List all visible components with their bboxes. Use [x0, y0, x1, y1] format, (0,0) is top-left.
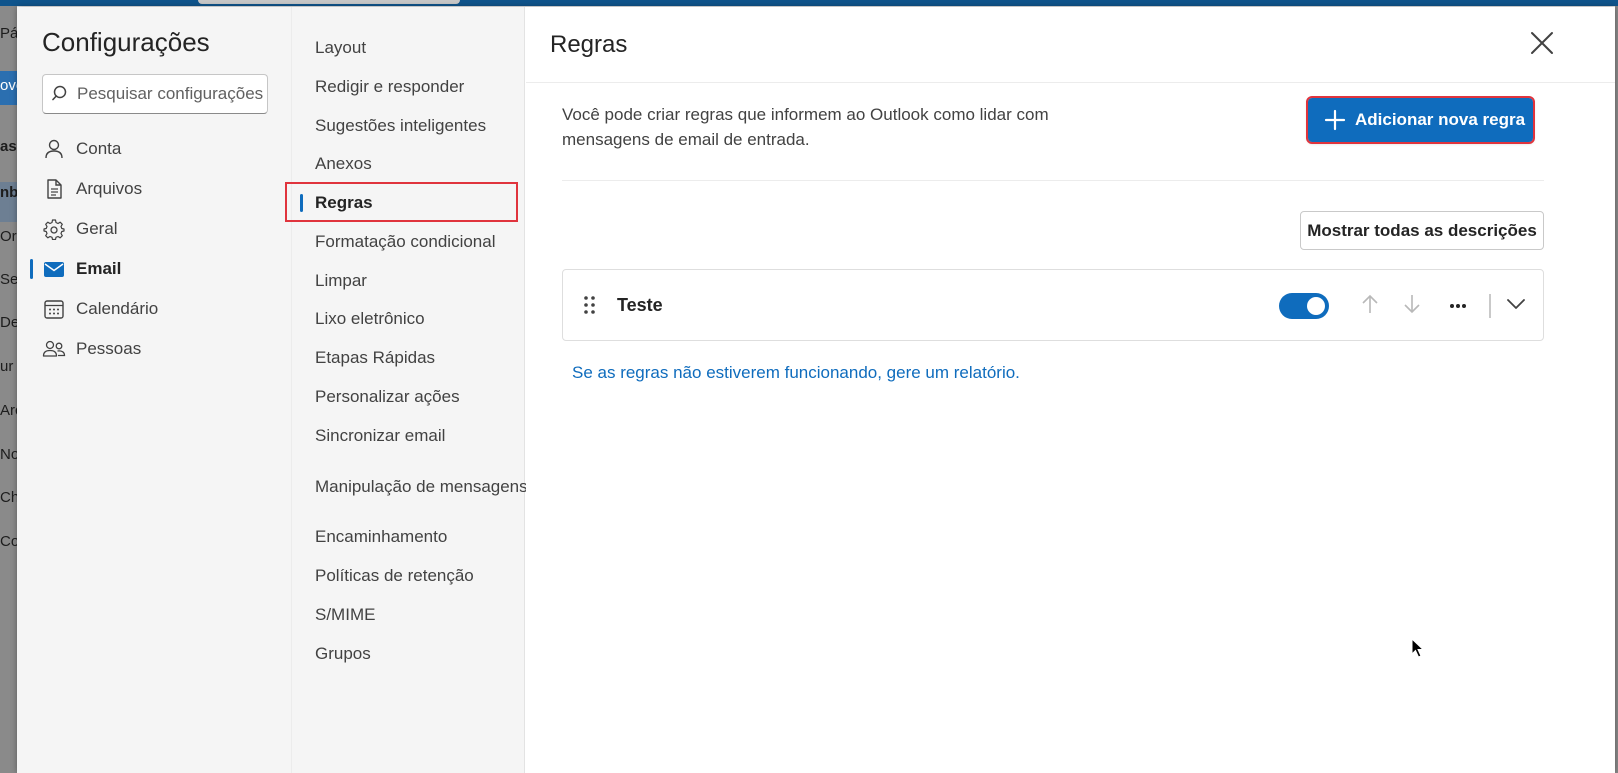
add-new-rule-label: Adicionar nova regra — [1355, 110, 1526, 129]
close-button[interactable] — [1526, 29, 1558, 61]
background-text-fragment: Sen — [0, 271, 17, 288]
email-nav-layout[interactable]: Layout — [292, 31, 525, 65]
rules-panel: Regras Você pode criar regras que inform… — [526, 7, 1615, 773]
background-text-fragment: Pá — [0, 25, 17, 42]
background-text-fragment: ur — [0, 358, 14, 375]
rule-item: Teste — [562, 269, 1544, 341]
rule-enabled-toggle[interactable] — [1279, 293, 1329, 319]
arrow-up-icon — [1360, 293, 1380, 320]
background-text-fragment: De — [0, 314, 17, 331]
email-nav-sugestoes[interactable]: Sugestões inteligentes — [292, 109, 525, 143]
settings-categories-panel: Configurações Conta Arquivos — [17, 7, 292, 773]
more-icon — [1448, 297, 1468, 315]
category-email[interactable]: Email — [17, 249, 292, 289]
email-nav-encaminhamento[interactable]: Encaminhamento — [292, 520, 525, 554]
person-icon — [42, 137, 66, 161]
close-icon — [1530, 31, 1554, 60]
more-options-button[interactable] — [1443, 291, 1473, 321]
background-text-fragment: as — [0, 138, 17, 155]
background-scrollbar — [198, 0, 460, 4]
category-pessoas[interactable]: Pessoas — [17, 329, 292, 369]
category-geral[interactable]: Geral — [17, 209, 292, 249]
email-settings-nav: Layout Redigir e responder Sugestões int… — [285, 7, 528, 773]
email-nav-personalizar[interactable]: Personalizar ações — [292, 380, 525, 414]
email-nav-grupos[interactable]: Grupos — [292, 637, 525, 671]
email-nav-regras[interactable]: Regras — [292, 186, 525, 220]
gear-icon — [42, 217, 66, 241]
mouse-cursor-icon — [1411, 638, 1425, 658]
settings-dialog: Configurações Conta Arquivos — [17, 7, 1615, 773]
settings-title: Configurações — [42, 27, 210, 57]
email-nav-formatacao[interactable]: Formatação condicional — [292, 225, 525, 259]
expand-rule-button[interactable] — [1501, 291, 1531, 321]
email-nav-sincronizar[interactable]: Sincronizar email — [292, 419, 525, 453]
category-calendario[interactable]: Calendário — [17, 289, 292, 329]
document-icon — [42, 177, 66, 201]
people-icon — [42, 337, 66, 361]
category-label: Email — [76, 259, 122, 278]
email-nav-lixo[interactable]: Lixo eletrônico — [292, 302, 525, 336]
rules-title: Regras — [550, 31, 628, 58]
background-text-fragment: Co — [0, 533, 17, 550]
category-label: Geral — [76, 219, 118, 238]
background-text-fragment: Arc — [0, 402, 17, 419]
mail-icon — [42, 257, 66, 281]
email-nav-anexos[interactable]: Anexos — [292, 147, 525, 181]
category-label: Calendário — [76, 299, 159, 318]
show-all-descriptions-button[interactable]: Mostrar todas as descrições — [1300, 211, 1544, 250]
settings-categories-list: Conta Arquivos Geral Email Calendário Pe… — [17, 129, 292, 369]
category-arquivos[interactable]: Arquivos — [17, 169, 292, 209]
email-nav-redigir[interactable]: Redigir e responder — [292, 70, 525, 104]
email-nav-etapas[interactable]: Etapas Rápidas — [292, 341, 525, 375]
action-separator — [1489, 294, 1491, 318]
background-left-strip — [0, 6, 17, 773]
generate-report-link[interactable]: Se as regras não estiverem funcionando, … — [572, 363, 1020, 383]
background-text-fragment: Ora — [0, 228, 17, 245]
background-text-fragment: No — [0, 446, 17, 463]
rules-header: Regras — [526, 7, 1615, 83]
add-new-rule-button[interactable]: Adicionar nova regra — [1306, 96, 1535, 144]
category-label: Arquivos — [76, 179, 143, 198]
category-label: Conta — [76, 139, 122, 158]
category-label: Pessoas — [76, 339, 142, 358]
email-nav-smime[interactable]: S/MIME — [292, 598, 525, 632]
search-icon — [52, 84, 70, 104]
background-text-fragment: Chi — [0, 489, 17, 506]
move-up-button[interactable] — [1355, 291, 1385, 321]
settings-search-box[interactable] — [42, 74, 268, 114]
background-text-fragment: nb — [0, 184, 17, 201]
rule-name: Teste — [617, 295, 663, 315]
drag-handle-icon[interactable] — [581, 294, 599, 316]
rules-description: Você pode criar regras que informem ao O… — [562, 105, 1049, 149]
email-nav-politicas[interactable]: Políticas de retenção — [292, 559, 525, 593]
calendar-icon — [42, 297, 66, 321]
email-nav-limpar[interactable]: Limpar — [292, 264, 525, 298]
divider — [562, 180, 1544, 181]
toggle-knob — [1307, 297, 1325, 315]
background-text-fragment: ovo — [0, 77, 17, 94]
arrow-down-icon — [1402, 293, 1422, 320]
plus-icon — [1324, 109, 1346, 131]
chevron-down-icon — [1506, 297, 1526, 315]
settings-search-input[interactable] — [77, 75, 267, 113]
email-nav-manipulacao[interactable]: Manipulação de mensagens — [292, 470, 528, 504]
move-down-button[interactable] — [1397, 291, 1427, 321]
category-conta[interactable]: Conta — [17, 129, 292, 169]
